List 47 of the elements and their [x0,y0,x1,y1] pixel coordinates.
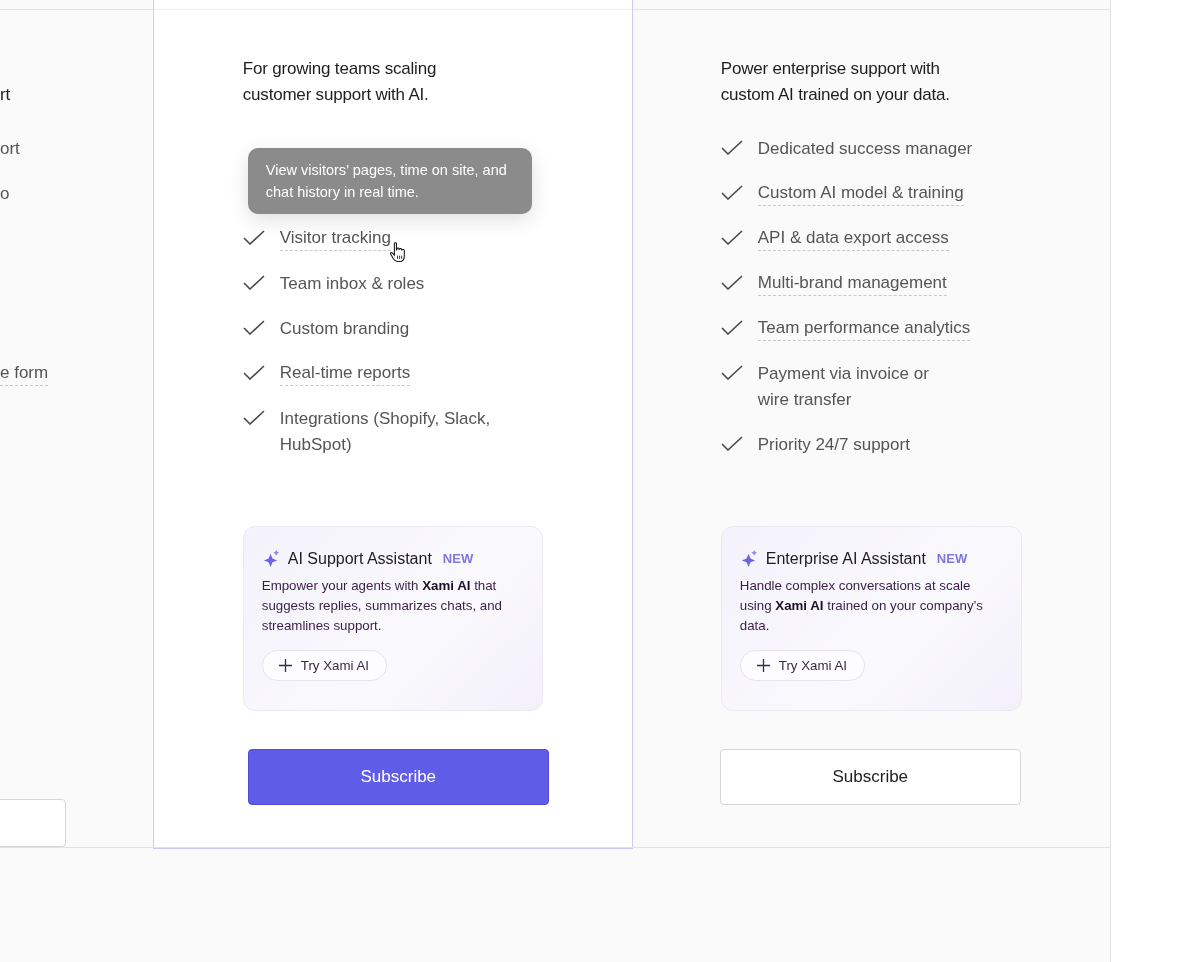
hand-cursor-icon [388,242,406,263]
ai-card-description: Handle complex conversations at scale using Xami AI trained on your company’s data. [739,577,984,635]
ai-card-description: Empower your agents with Xami AI that suggests replies, summarizes chats, and streamlines support. [261,577,503,635]
check-icon [720,275,743,290]
subscribe-button[interactable]: Subscribe [719,749,1021,805]
plan-description: For growing teams scaling customer support with AI. [242,58,438,106]
feature-label: Integrations (Shopify, Slack, HubSpot) [279,408,491,456]
feature-label: Dedicated success manager [757,138,973,160]
feature-label[interactable]: Multi-brand management [757,271,947,296]
check-icon [720,185,743,200]
plan-description: rt [0,84,11,106]
ai-card-title: AI Support Assistant [287,549,432,568]
ai-card-title: Enterprise AI Assistant [765,549,926,568]
check-icon [720,230,743,245]
check-icon [242,275,265,290]
new-label: NEW [442,551,474,566]
subscribe-button[interactable]: Subscribe [247,749,549,805]
try-button[interactable]: Try Xami AI [739,650,865,681]
feature-label[interactable]: Custom AI model & training [757,181,964,206]
check-icon [720,320,743,335]
new-label: NEW [936,551,968,566]
tooltip: View visitors’ pages, time on site, and chat history in real time. [247,148,532,214]
feature-label: Custom branding [279,318,410,340]
feature-label: Payment via invoice or wire transfer [757,363,929,411]
feature-label[interactable]: Team performance analytics [757,316,971,341]
try-button[interactable]: Try Xami AI [261,650,387,681]
feature-label[interactable]: Real-time reports [279,361,411,386]
plus-icon [278,659,292,672]
subscribe-button[interactable] [0,799,66,847]
plan-description: Power enterprise support with custom AI trained on your data. [720,58,951,106]
sparkle-icon [261,549,280,568]
check-icon [242,230,265,245]
feature-label[interactable]: Visitor tracking [279,226,391,251]
plus-icon [756,659,770,672]
feature-label: o [0,183,10,205]
feature-label[interactable]: e form [0,361,49,386]
sparkle-icon [739,549,758,568]
check-icon [242,365,265,380]
feature-label[interactable]: API & data export access [757,226,949,251]
check-icon [242,410,265,425]
check-icon [720,140,743,155]
feature-label: Team inbox & roles [279,273,425,295]
feature-label: ort [0,138,20,160]
check-icon [720,436,743,451]
check-icon [242,320,265,335]
feature-label: Priority 24/7 support [757,434,910,456]
check-icon [720,365,743,380]
